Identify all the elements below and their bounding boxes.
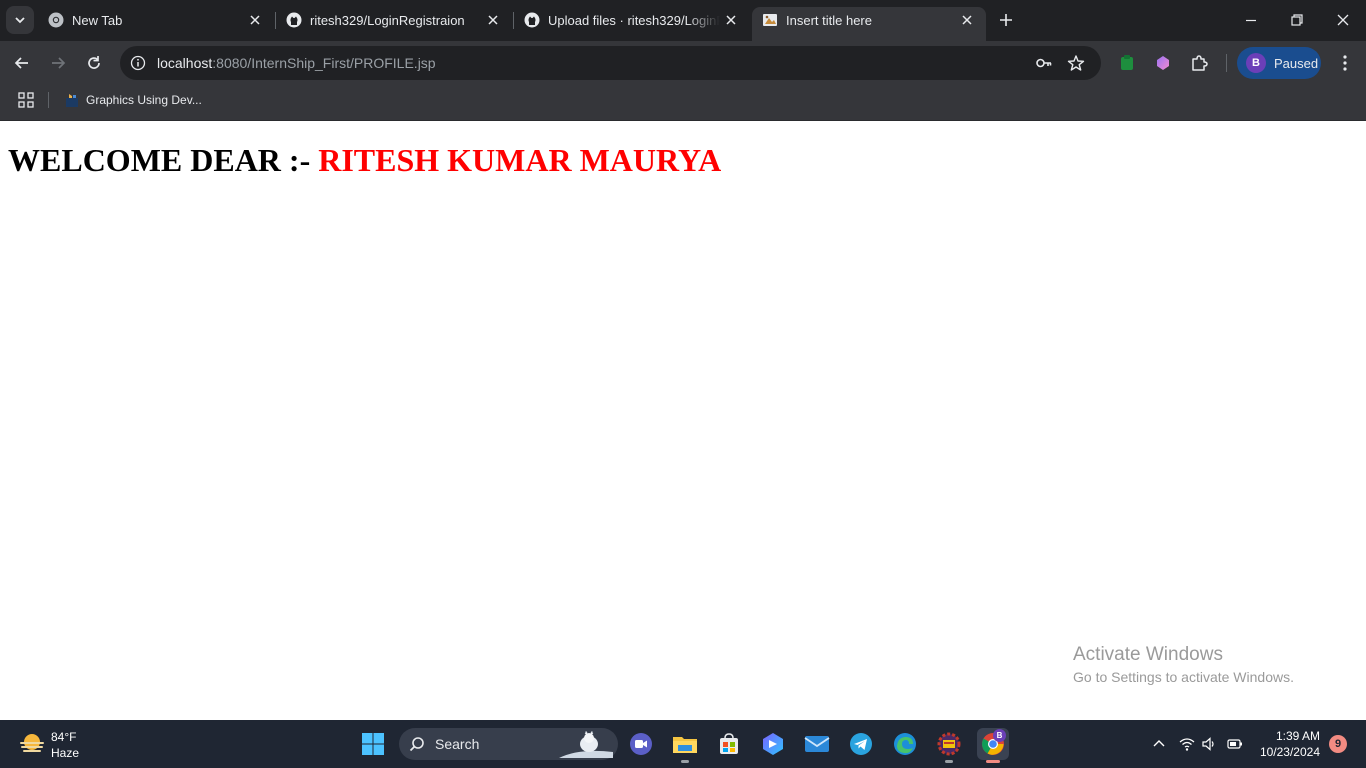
store-bag-icon [720,733,738,754]
back-icon[interactable] [12,53,32,73]
star-icon[interactable] [1067,54,1085,72]
search-label: Search [435,736,480,752]
page-icon [763,14,777,26]
taskbar-app-telegram[interactable] [845,728,877,760]
url-text[interactable]: localhost:8080/InternShip_First/PROFILE.… [157,55,436,71]
system-clock[interactable]: 1:39 AM 10/23/2024 [1250,728,1320,760]
tab-title: Insert title here [786,13,872,28]
video-call-icon [630,733,652,755]
taskbar-app-file-explorer[interactable] [669,728,701,763]
minimize-icon[interactable] [1243,12,1259,28]
bookmark-item[interactable]: Graphics Using Dev... [60,89,202,111]
battery-icon[interactable] [1227,736,1243,752]
extensions-puzzle-icon[interactable] [1189,53,1209,73]
tab-github-repo[interactable]: ritesh329/LoginRegistraion [276,0,512,41]
close-icon[interactable] [724,13,738,27]
taskbar-search[interactable]: Search [399,728,618,760]
chrome-icon [48,12,64,28]
taskbar-app-edge[interactable] [889,728,921,760]
page-content: WELCOME DEAR :- RITESH KUMAR MAURYA Acti… [0,121,1366,720]
notification-badge[interactable]: 9 [1329,735,1347,753]
edge-icon [894,733,916,755]
close-icon[interactable] [486,13,500,27]
taskbar-app-mail[interactable] [801,728,833,760]
url-host: localhost [157,55,213,71]
tab-title: ritesh329/LoginRegistraion [310,13,465,28]
running-indicator [945,760,953,763]
watermark-title: Activate Windows [1073,644,1223,665]
activate-windows-watermark: Activate Windows Go to Settings to activ… [1073,643,1294,687]
mail-icon [804,736,830,752]
tab-insert-title[interactable]: Insert title here [752,7,986,41]
clock-date: 10/23/2024 [1259,745,1320,759]
profile-button[interactable]: B Paused [1237,47,1321,79]
telegram-icon [850,733,872,755]
avatar: B [1246,53,1266,73]
bookmarks-bar [0,85,1366,121]
wifi-icon[interactable] [1179,736,1195,752]
tab-upload-files[interactable]: Upload files · ritesh329/LoginRe [514,0,750,41]
search-highlight-icon [559,730,613,758]
volume-icon[interactable] [1201,736,1217,752]
windows-logo-icon [362,733,384,755]
profile-status: Paused [1274,55,1319,71]
address-bar[interactable]: localhost:8080/InternShip_First/PROFILE.… [120,46,1101,80]
close-icon[interactable] [960,13,974,27]
profile-badge: B [993,729,1006,742]
taskbar: 84°F Haze Search B 1:39 AM 10/23/2024 9 [0,720,1366,768]
chevron-up-icon[interactable] [1151,736,1167,752]
user-name: RITESH KUMAR MAURYA [318,142,722,178]
taskbar-app-chrome[interactable]: B [977,728,1009,763]
taskbar-app-copilot[interactable] [757,728,789,760]
haze-weather-icon[interactable] [18,730,46,758]
search-icon [409,737,424,752]
github-icon [286,12,302,28]
folder-icon [673,737,697,753]
green-extension-icon[interactable] [1117,53,1137,73]
more-menu-icon[interactable] [1335,53,1355,73]
close-icon[interactable] [248,13,262,27]
weather-temperature[interactable]: 84°F [51,730,76,744]
site-info-icon[interactable] [130,55,146,71]
browser-toolbar: localhost:8080/InternShip_First/PROFILE.… [0,41,1366,85]
toolbar-divider [1226,54,1227,72]
tab-new-tab[interactable]: New Tab [38,0,274,41]
github-icon [524,12,540,28]
tab-strip: New Tab ritesh329/LoginRegistraion Uploa… [0,0,1366,41]
watermark-subtitle: Go to Settings to activate Windows. [1073,669,1294,685]
forward-icon[interactable] [48,53,68,73]
chevron-down-icon [15,17,25,24]
tab-search-button[interactable] [6,6,34,34]
apps-grid-icon[interactable] [18,92,34,108]
tab-title: New Tab [72,13,123,28]
running-indicator [986,760,1000,763]
gear-app-icon [937,732,961,756]
welcome-heading: WELCOME DEAR :- RITESH KUMAR MAURYA [8,141,721,179]
gradient-extension-icon[interactable] [1153,53,1173,73]
bookmark-favicon-icon [66,94,78,107]
running-indicator [681,760,689,763]
url-path: :8080/InternShip_First/PROFILE.jsp [212,55,436,71]
clock-time: 1:39 AM [1275,729,1320,743]
new-tab-icon[interactable] [996,10,1016,30]
hexagon-app-icon [763,733,783,755]
start-button[interactable] [357,728,389,760]
key-icon[interactable] [1035,54,1053,72]
taskbar-app-tool[interactable] [933,728,965,763]
close-window-icon[interactable] [1335,12,1351,28]
taskbar-app-store[interactable] [713,728,745,760]
welcome-prefix: WELCOME DEAR :- [8,142,319,178]
reload-icon[interactable] [84,53,104,73]
restore-icon[interactable] [1289,12,1305,28]
taskbar-app-meet[interactable] [625,728,657,760]
bookmark-label: Graphics Using Dev... [86,93,202,107]
tab-title: Upload files · ritesh329/LoginRe [548,13,720,28]
weather-condition[interactable]: Haze [51,746,79,760]
bookmarks-divider [48,92,49,108]
